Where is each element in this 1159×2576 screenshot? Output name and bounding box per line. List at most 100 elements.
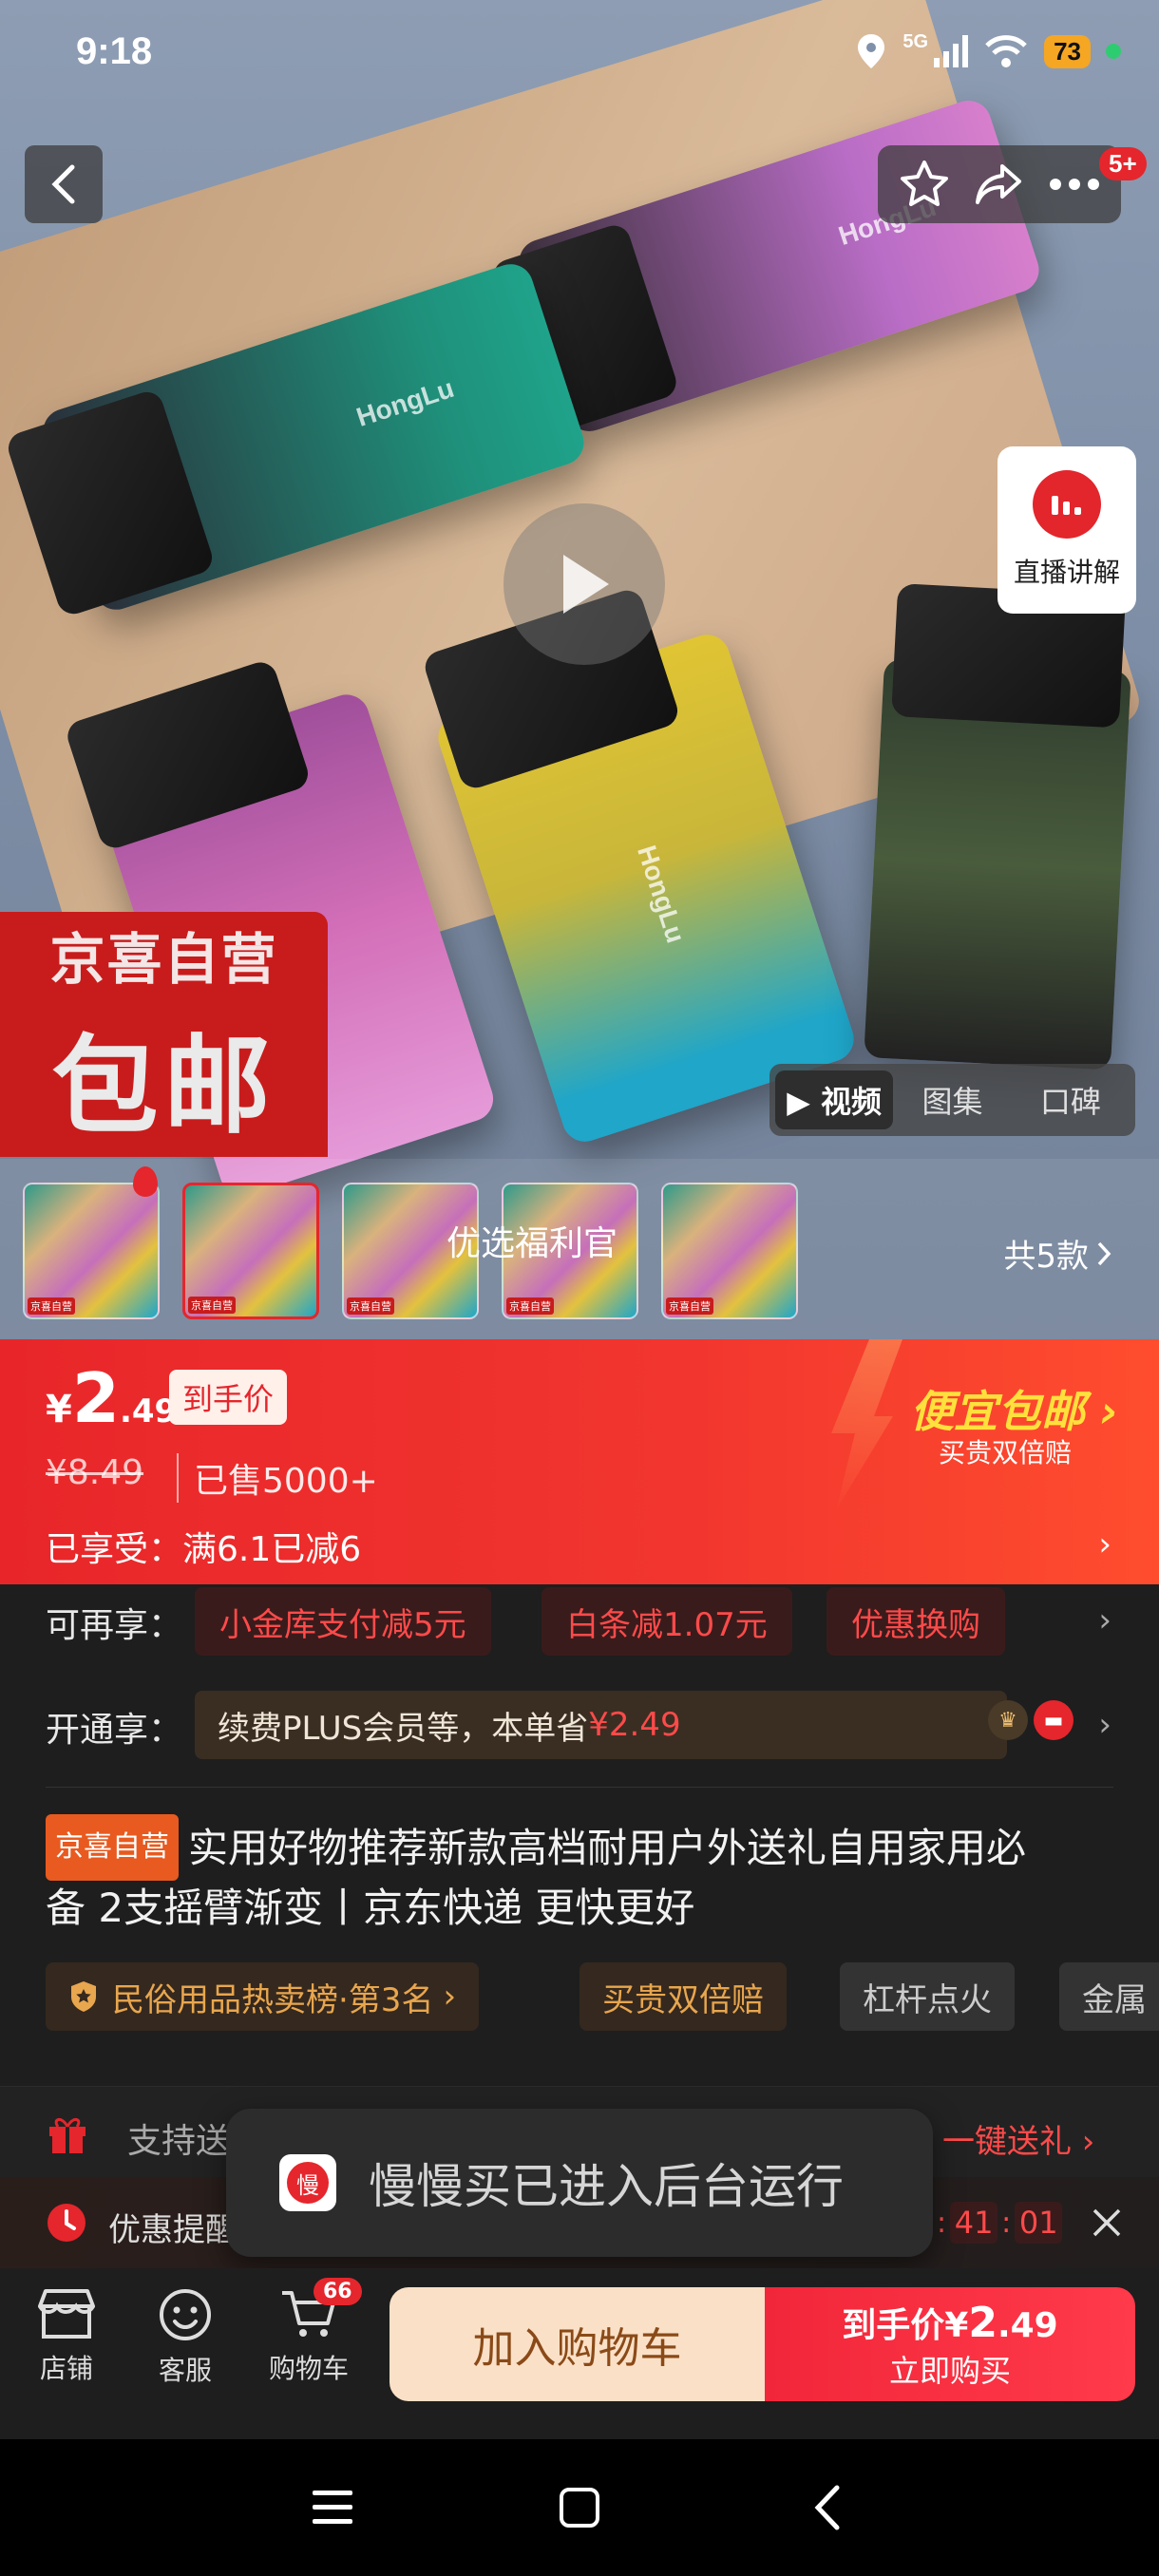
message-count-badge: 5+ xyxy=(1099,147,1147,180)
network-label: 5G xyxy=(902,30,929,52)
customer-service-button[interactable]: 客服 xyxy=(133,2287,238,2388)
price-integer: 2 xyxy=(71,1358,120,1438)
plus-saving: ¥2.49 xyxy=(588,1706,681,1744)
final-price: ¥ 2 .49 xyxy=(46,1358,177,1438)
thumbnail-tag: 京喜自营 xyxy=(666,1297,713,1315)
feature-tag-lever[interactable]: 杠杆点火 xyxy=(840,1962,1015,2031)
live-explanation-button[interactable]: 直播讲解 xyxy=(998,446,1136,614)
status-icons: 5G 73 xyxy=(855,30,1121,70)
system-navigation-bar xyxy=(0,2439,1159,2576)
service-label: 客服 xyxy=(158,2355,212,2386)
toast-message: 慢慢买已进入后台运行 xyxy=(369,2159,844,2214)
buy-now-price: 到手价¥2.49 xyxy=(842,2298,1057,2347)
self-operated-badge: 京喜自营 包邮 xyxy=(0,912,328,1157)
share-icon[interactable] xyxy=(974,161,1025,208)
product-image-carousel[interactable]: HongLu HongLu HongLu 9:18 5G 73 5+ 直播讲解 xyxy=(0,0,1159,1339)
countdown-separator: : xyxy=(937,2206,947,2240)
countdown-minutes: 41 xyxy=(950,2202,998,2244)
plus-label: 开通享： xyxy=(46,1711,183,1750)
free-shipping-text: 包邮 xyxy=(51,1025,276,1148)
original-price: ¥8.49 xyxy=(46,1453,144,1492)
buy-price-currency: ¥ xyxy=(944,2306,969,2345)
product-title-line2: 备 2支摇臂渐变丨京东快递 更快更好 xyxy=(46,1885,695,1931)
offer-chip-exchange[interactable]: 优惠换购 xyxy=(826,1587,1005,1656)
guarantee-tag[interactable]: 买贵双倍赔 xyxy=(580,1962,787,2031)
price-currency: ¥ xyxy=(46,1388,72,1431)
system-back-button[interactable] xyxy=(787,2468,866,2548)
plus-chevron-icon[interactable]: › xyxy=(1098,1706,1112,1744)
variant-thumbnail[interactable]: 京喜自营 xyxy=(23,1183,160,1319)
countdown-seconds: 01 xyxy=(1015,2202,1063,2244)
status-time: 9:18 xyxy=(76,30,153,72)
cart-label: 购物车 xyxy=(268,2353,349,2384)
home-button[interactable] xyxy=(540,2468,619,2548)
gift-action[interactable]: 一键送礼 › xyxy=(942,2115,1094,2162)
play-video-button[interactable] xyxy=(504,503,665,665)
gift-icon xyxy=(49,2118,86,2153)
thumbnail-tag: 京喜自营 xyxy=(188,1297,236,1314)
thumbnail-caption: 优选福利官 xyxy=(446,1224,618,1263)
tab-reviews[interactable]: 口碑 xyxy=(1012,1070,1130,1129)
reminder-label: 优惠提醒 xyxy=(108,2211,238,2249)
home-square-icon xyxy=(560,2488,599,2528)
countdown-separator: : xyxy=(1001,2206,1012,2240)
more-icon[interactable] xyxy=(1049,178,1100,191)
applied-discount[interactable]: 已享受：满6.1已减6 xyxy=(46,1522,361,1571)
wifi-icon xyxy=(985,35,1027,67)
chevron-right-icon[interactable]: › xyxy=(1098,1525,1112,1563)
location-icon xyxy=(858,34,885,68)
variant-count-link[interactable]: 共5款 xyxy=(1003,1230,1112,1277)
buy-now-label: 立即购买 xyxy=(888,2353,1011,2389)
top-action-group xyxy=(878,145,1121,223)
tab-gallery[interactable]: 图集 xyxy=(893,1070,1011,1129)
buy-price-integer: 2 xyxy=(968,2299,998,2347)
offer-chip-wallet[interactable]: 小金库支付减5元 xyxy=(195,1587,491,1656)
gift-action-label: 一键送礼 xyxy=(942,2123,1072,2161)
variant-thumbnail[interactable]: 京喜自营 xyxy=(661,1183,798,1319)
thumbnail-tag: 京喜自营 xyxy=(28,1297,75,1315)
cart-count-badge: 66 xyxy=(314,2278,362,2305)
plus-membership-offer[interactable]: 续费PLUS会员等，本单省 ¥2.49 xyxy=(195,1691,1007,1759)
store-button[interactable]: 店铺 xyxy=(14,2287,119,2386)
privacy-dot-icon xyxy=(1106,44,1121,59)
buy-price-prefix: 到手价 xyxy=(842,2306,945,2345)
promo-title-link[interactable]: 便宜包邮 › xyxy=(910,1377,1118,1440)
tab-video[interactable]: ▶ 视频 xyxy=(775,1070,894,1129)
media-tabs: ▶ 视频 图集 口碑 xyxy=(770,1064,1135,1136)
product-title-line1: 实用好物推荐新款高档耐用户外送礼自用家用必 xyxy=(188,1825,1027,1871)
variant-thumbnail-selected[interactable]: 京喜自营 xyxy=(182,1183,319,1319)
signal-icon xyxy=(934,35,969,67)
recent-apps-button[interactable] xyxy=(293,2468,372,2548)
chevron-right-icon xyxy=(1097,1241,1112,1265)
close-icon[interactable] xyxy=(1091,2207,1123,2239)
card-icon: ▬ xyxy=(1034,1700,1074,1740)
favorite-star-icon[interactable] xyxy=(899,159,950,210)
more-offers-chevron-icon[interactable]: › xyxy=(1098,1601,1112,1639)
cart-button[interactable]: 购物车 66 xyxy=(256,2278,362,2386)
live-label: 直播讲解 xyxy=(1013,557,1120,588)
shield-star-icon xyxy=(71,1981,96,2012)
ranking-tag-label: 民俗用品热卖榜·第3名 xyxy=(112,1980,434,2019)
thumbnail-tag: 京喜自营 xyxy=(347,1297,394,1315)
buy-price-decimal: .49 xyxy=(997,2306,1058,2345)
add-to-cart-button[interactable]: 加入购物车 xyxy=(390,2287,765,2401)
countdown-timer: : 41 : 01 xyxy=(937,2202,1063,2244)
plus-icons: ♛ ▬ xyxy=(988,1700,1074,1740)
back-button[interactable] xyxy=(25,145,103,223)
feature-tag-metal[interactable]: 金属 xyxy=(1059,1962,1159,2031)
more-offers-label: 可再享： xyxy=(46,1606,183,1645)
clock-icon xyxy=(48,2204,86,2242)
background-running-toast: 慢 慢慢买已进入后台运行 xyxy=(226,2109,933,2257)
ranking-tag[interactable]: 民俗用品热卖榜·第3名 › xyxy=(46,1962,480,2031)
self-operated-text: 京喜自营 xyxy=(49,927,278,992)
store-icon xyxy=(38,2289,95,2339)
buy-now-button[interactable]: 到手价¥2.49 立即购买 xyxy=(765,2287,1135,2401)
gift-label: 支持送 xyxy=(127,2122,231,2161)
self-operated-tag: 京喜自营 xyxy=(46,1814,179,1881)
back-arrow-icon xyxy=(814,2485,840,2530)
promo-title: 便宜包邮 xyxy=(910,1386,1085,1437)
section-divider xyxy=(46,1787,1113,1788)
product-details: 可再享： 小金库支付减5元 白条减1.07元 优惠换购 › 开通享： 续费PLU… xyxy=(0,1584,1159,2069)
product-photo-lighter-green xyxy=(864,583,1131,1070)
offer-chip-baitiao[interactable]: 白条减1.07元 xyxy=(542,1587,792,1656)
